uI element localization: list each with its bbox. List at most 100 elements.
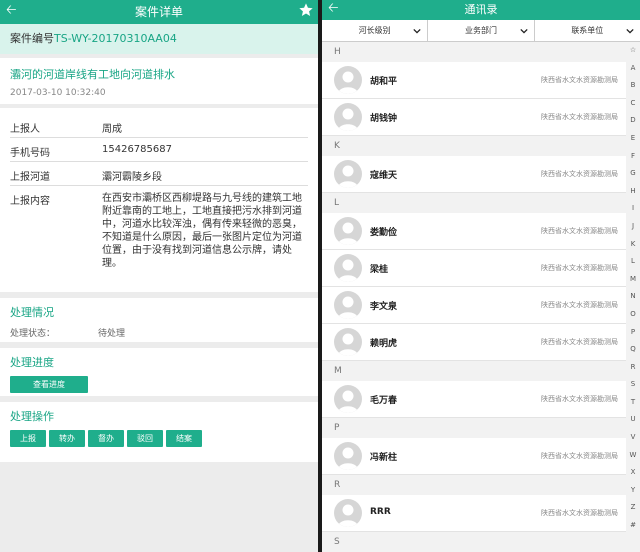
contact-item[interactable]: 赖明虎 陕西省水文水资源勘测局 xyxy=(322,324,626,361)
operations-buttons: 上报 转办 督办 驳回 结案 xyxy=(10,430,308,447)
reporter-value: 周成 xyxy=(102,124,122,135)
group-header-p: P xyxy=(322,418,626,438)
user-avatar-icon xyxy=(334,103,362,131)
user-avatar-icon xyxy=(334,442,362,470)
alphabet-index-letter[interactable]: X xyxy=(626,464,640,482)
contact-organization: 陕西省水文水资源勘测局 xyxy=(541,395,618,403)
group-header-k: K xyxy=(322,136,626,156)
group-header-m: M xyxy=(322,361,626,381)
alphabet-index-letter[interactable]: C xyxy=(626,95,640,113)
alphabet-index-letter[interactable]: Q xyxy=(626,341,640,359)
alphabet-index[interactable]: ☆ A B C D E F G H I J K L M N O P Q R S T U V W X Y Z # xyxy=(626,42,640,552)
alphabet-index-letter[interactable]: A xyxy=(626,60,640,78)
contact-organization: 陕西省水文水资源勘测局 xyxy=(541,301,618,309)
user-avatar-icon xyxy=(334,291,362,319)
alphabet-index-letter[interactable]: I xyxy=(626,200,640,218)
contact-list[interactable]: H 胡和平 陕西省水文水资源勘测局 胡钱钟 陕西省水文水资源勘测局 K 寇维天 陕西省水文水资… xyxy=(322,42,626,552)
progress-section: 处理进度 查看进度 xyxy=(0,348,318,396)
filter-label: 业务部门 xyxy=(464,26,497,35)
contact-item[interactable]: 李文泉 陕西省水文水资源勘测局 xyxy=(322,287,626,324)
chevron-down-icon xyxy=(413,28,421,34)
alphabet-index-letter[interactable]: K xyxy=(626,236,640,254)
page-title: 案件详单 xyxy=(134,5,183,19)
phone-label: 手机号码 xyxy=(10,148,50,159)
contact-name: 赖明虎 xyxy=(370,339,398,349)
alphabet-index-letter[interactable]: O xyxy=(626,306,640,324)
contact-item[interactable]: 胡和平 陕西省水文水资源勘测局 xyxy=(322,62,626,99)
group-header-l: L xyxy=(322,193,626,213)
contact-organization: 陕西省水文水资源勘测局 xyxy=(541,264,618,272)
case-number-bar: 案件编号TS-WY-20170310AA04 xyxy=(0,24,318,54)
status-section-title: 处理情况 xyxy=(10,306,54,319)
contacts-header: 🡠 通讯录 xyxy=(322,0,640,20)
filter-department[interactable]: 业务部门 xyxy=(428,20,535,41)
reject-button[interactable]: 驳回 xyxy=(127,430,163,447)
contact-organization: 陕西省水文水资源勘测局 xyxy=(541,76,618,84)
reporter-row: 上报人 周成 xyxy=(10,114,308,138)
contact-item[interactable]: 寇维天 陕西省水文水资源勘测局 xyxy=(322,156,626,193)
alphabet-index-letter[interactable]: R xyxy=(626,359,640,377)
view-progress-button[interactable]: 查看进度 xyxy=(10,376,88,393)
status-value: 待处理 xyxy=(98,329,126,339)
phone-row: 手机号码 15426785687 xyxy=(10,138,308,162)
contact-name: RRR xyxy=(370,507,391,517)
alphabet-index-letter[interactable]: ☆ xyxy=(626,42,640,60)
filter-bar: 河长级别 业务部门 联系单位 xyxy=(322,20,640,42)
contacts-screen: 🡠 通讯录 河长级别 业务部门 联系单位 H 胡和平 陕西省水文水资源勘测局 胡钱钟陕… xyxy=(322,0,640,552)
contact-item[interactable]: RRR 陕西省水文水资源勘测局 xyxy=(322,495,626,532)
user-avatar-icon xyxy=(334,254,362,282)
status-row: 处理状态： 待处理 xyxy=(10,326,308,339)
phone-value[interactable]: 15426785687 xyxy=(102,144,308,161)
filter-river-chief-level[interactable]: 河长级别 xyxy=(322,20,429,41)
progress-section-title: 处理进度 xyxy=(10,356,54,369)
river-value: 灞河霸陵乡段 xyxy=(102,172,162,183)
alphabet-index-letter[interactable]: E xyxy=(626,130,640,148)
operations-section-title: 处理操作 xyxy=(10,410,54,423)
alphabet-index-letter[interactable]: V xyxy=(626,429,640,447)
star-icon[interactable] xyxy=(298,2,314,18)
alphabet-index-letter[interactable]: G xyxy=(626,165,640,183)
alphabet-index-letter[interactable]: B xyxy=(626,77,640,95)
alphabet-index-letter[interactable]: D xyxy=(626,112,640,130)
event-time: 2017-03-10 10:32:40 xyxy=(10,88,106,98)
contact-item[interactable]: 冯新柱 陕西省水文水资源勘测局 xyxy=(322,438,626,475)
alphabet-index-letter[interactable]: N xyxy=(626,288,640,306)
alphabet-index-letter[interactable]: Z xyxy=(626,499,640,517)
case-detail-header: 🡠 案件详单 xyxy=(0,0,318,24)
contact-organization: 陕西省水文水资源勘测局 xyxy=(541,227,618,235)
contact-item[interactable]: 梁桂 陕西省水文水资源勘测局 xyxy=(322,250,626,287)
alphabet-index-letter[interactable]: Y xyxy=(626,482,640,500)
group-header-s: S xyxy=(322,532,626,552)
alphabet-index-letter[interactable]: F xyxy=(626,148,640,166)
alphabet-index-letter[interactable]: W xyxy=(626,447,640,465)
content-row: 上报内容 在西安市灞桥区西柳堤路与九号线的建筑工地附近靠南的工地上，工地直接把污… xyxy=(10,186,308,270)
alphabet-index-letter[interactable]: S xyxy=(626,376,640,394)
alphabet-index-letter[interactable]: U xyxy=(626,411,640,429)
alphabet-index-letter[interactable]: J xyxy=(626,218,640,236)
alphabet-index-letter[interactable]: # xyxy=(626,517,640,535)
case-number-value: TS-WY-20170310AA04 xyxy=(54,32,177,45)
alphabet-index-letter[interactable]: P xyxy=(626,324,640,342)
report-up-button[interactable]: 上报 xyxy=(10,430,46,447)
user-avatar-icon xyxy=(334,160,362,188)
contact-item[interactable]: 胡钱钟 陕西省水文水资源勘测局 xyxy=(322,99,626,136)
alphabet-index-letter[interactable]: T xyxy=(626,394,640,412)
contact-name: 娄勤俭 xyxy=(370,228,398,238)
supervise-button[interactable]: 督办 xyxy=(88,430,124,447)
status-label: 处理状态： xyxy=(10,329,56,339)
alphabet-index-letter[interactable]: M xyxy=(626,271,640,289)
alphabet-index-letter[interactable]: H xyxy=(626,183,640,201)
contact-item[interactable]: 娄勤俭 陕西省水文水资源勘测局 xyxy=(322,213,626,250)
transfer-button[interactable]: 转办 xyxy=(49,430,85,447)
user-avatar-icon xyxy=(334,499,362,527)
contact-organization: 陕西省水文水资源勘测局 xyxy=(541,452,618,460)
close-case-button[interactable]: 结案 xyxy=(166,430,202,447)
alphabet-index-letter[interactable]: L xyxy=(626,253,640,271)
contact-name: 冯新柱 xyxy=(370,453,398,463)
contact-name: 李文泉 xyxy=(370,302,398,312)
chevron-down-icon xyxy=(626,28,634,34)
contact-organization: 陕西省水文水资源勘测局 xyxy=(541,338,618,346)
filter-contact-unit[interactable]: 联系单位 xyxy=(535,20,640,41)
contact-item[interactable]: 毛万春 陕西省水文水资源勘测局 xyxy=(322,381,626,418)
report-info-card: 上报人 周成 手机号码 15426785687 上报河道 灞河霸陵乡段 上报内容… xyxy=(0,108,318,292)
